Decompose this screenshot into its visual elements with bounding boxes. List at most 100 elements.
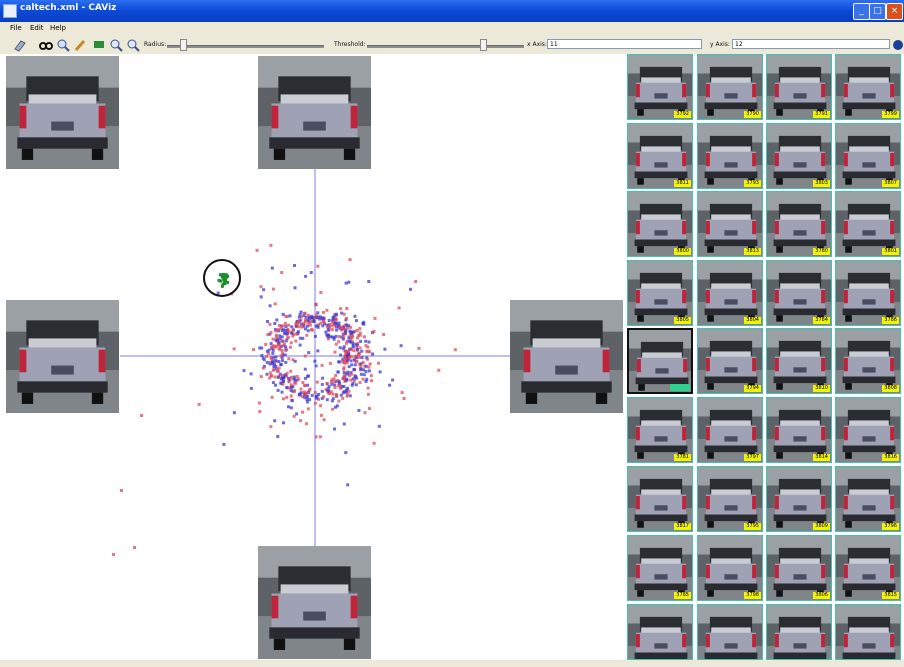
- data-point: [287, 405, 290, 409]
- thumbnail-tile[interactable]: 3796: [835, 466, 901, 532]
- data-point: [347, 336, 351, 340]
- thumbnail-tile[interactable]: 3791: [766, 54, 832, 120]
- x-axis-input[interactable]: 11: [547, 39, 702, 49]
- data-point: [282, 421, 285, 425]
- thumbnail-tile[interactable]: 3797: [697, 397, 763, 463]
- lasso-icon[interactable]: [73, 37, 88, 52]
- thumbnail-id-label: 3813: [744, 248, 761, 255]
- thumbnail-tile[interactable]: 3792: [627, 54, 693, 120]
- thumbnail-tile[interactable]: 3790: [697, 54, 763, 120]
- thumbnail-tile[interactable]: 3808: [835, 328, 901, 394]
- radius-slider-track[interactable]: [167, 45, 324, 48]
- thumbnail-tile[interactable]: [835, 604, 901, 660]
- thumbnail-tile[interactable]: 3811: [627, 123, 693, 189]
- data-point: [327, 319, 331, 322]
- menu-help[interactable]: Help: [50, 24, 66, 32]
- preview-bottom[interactable]: [258, 546, 371, 659]
- data-point: [347, 365, 351, 369]
- scatter-canvas[interactable]: [0, 54, 623, 660]
- x-axis-label: x Axis:: [527, 41, 547, 48]
- data-point: [271, 381, 275, 385]
- thumbnail-tile[interactable]: 3793: [697, 123, 763, 189]
- preview-left[interactable]: [6, 300, 119, 413]
- data-point: [321, 376, 325, 380]
- thumbnail-tile[interactable]: 3786: [835, 260, 901, 326]
- data-point: [140, 414, 143, 417]
- thumbnail-tile[interactable]: 3816: [835, 397, 901, 463]
- thumbnail-tile[interactable]: 3803: [766, 123, 832, 189]
- data-point: [301, 410, 305, 414]
- thumbnail-tile[interactable]: 3795: [697, 466, 763, 532]
- cluster-point: [220, 275, 224, 278]
- thumbnail-tile[interactable]: 3806: [766, 535, 832, 601]
- data-point: [271, 287, 275, 291]
- thumbnail-tile[interactable]: 3794: [697, 328, 763, 394]
- thumbnail-tile[interactable]: 3801: [835, 191, 901, 257]
- data-point: [391, 378, 395, 382]
- data-point: [317, 323, 321, 327]
- thumbnail-tile[interactable]: 3814: [766, 397, 832, 463]
- data-point: [272, 364, 276, 368]
- thumbnail-tile[interactable]: 3810: [766, 328, 832, 394]
- y-axis-input[interactable]: 12: [732, 39, 890, 49]
- preview-top[interactable]: [258, 56, 371, 169]
- data-point: [305, 333, 309, 337]
- thumbnail-tile[interactable]: [766, 604, 832, 660]
- data-point: [222, 442, 226, 446]
- data-point: [271, 337, 275, 341]
- thumbnail-tile[interactable]: 3813: [697, 191, 763, 257]
- thumbnail-tile[interactable]: [697, 604, 763, 660]
- preview-top-left[interactable]: [6, 56, 119, 169]
- data-point: [314, 364, 318, 368]
- data-point: [360, 349, 364, 353]
- thumbnail-tile[interactable]: 3785: [627, 535, 693, 601]
- menu-edit[interactable]: Edit: [30, 24, 44, 32]
- data-point: [362, 335, 366, 339]
- zoom-out-icon[interactable]: [125, 37, 140, 52]
- data-point: [331, 407, 335, 411]
- data-point: [269, 342, 273, 345]
- paint-icon[interactable]: [91, 37, 106, 52]
- threshold-slider-track[interactable]: [367, 45, 524, 48]
- data-point: [349, 332, 353, 335]
- data-point: [328, 392, 331, 396]
- thumbnail-tile[interactable]: 3809: [766, 466, 832, 532]
- thumbnail-tile[interactable]: 3815: [835, 535, 901, 601]
- data-point: [349, 348, 353, 351]
- thumbnail-tile[interactable]: 3800: [627, 191, 693, 257]
- data-point: [315, 380, 319, 384]
- go-icon[interactable]: [893, 40, 903, 50]
- data-point: [372, 441, 376, 445]
- thumbnail-id-label: 3791: [813, 111, 830, 118]
- close-button[interactable]: ×: [886, 3, 903, 20]
- thumbnail-tile[interactable]: 3805: [627, 260, 693, 326]
- open-icon[interactable]: [12, 37, 27, 52]
- menu-file[interactable]: File: [10, 24, 22, 32]
- radius-slider-thumb[interactable]: [179, 39, 187, 51]
- thumbnail-tile[interactable]: [627, 604, 693, 660]
- thumbnail-id-label: 3807: [882, 180, 899, 187]
- thumbnail-tile[interactable]: 3798: [697, 535, 763, 601]
- data-point: [355, 328, 359, 332]
- zoom-icon[interactable]: [55, 37, 70, 52]
- data-point: [353, 363, 357, 367]
- thumbnail-tile[interactable]: 3817: [627, 466, 693, 532]
- thumbnail-tile[interactable]: 3804: [697, 260, 763, 326]
- data-point: [265, 372, 269, 376]
- thumbnail-tile[interactable]: 3807: [835, 123, 901, 189]
- data-point: [255, 248, 259, 252]
- data-point: [337, 321, 341, 325]
- minimize-button[interactable]: _: [853, 3, 870, 20]
- data-point: [280, 348, 284, 352]
- thumbnail-tile[interactable]: 3799: [835, 54, 901, 120]
- thumbnail-tile[interactable]: 3780: [766, 191, 832, 257]
- data-point: [362, 322, 366, 326]
- zoom-in-icon[interactable]: [108, 37, 123, 52]
- thumbnail-tile[interactable]: [627, 328, 693, 394]
- thumbnail-tile[interactable]: 3784: [766, 260, 832, 326]
- binoculars-icon[interactable]: [38, 37, 53, 52]
- maximize-button[interactable]: □: [869, 3, 886, 20]
- threshold-slider-thumb[interactable]: [480, 39, 488, 51]
- thumbnail-tile[interactable]: 3781: [627, 397, 693, 463]
- preview-right[interactable]: [510, 300, 623, 413]
